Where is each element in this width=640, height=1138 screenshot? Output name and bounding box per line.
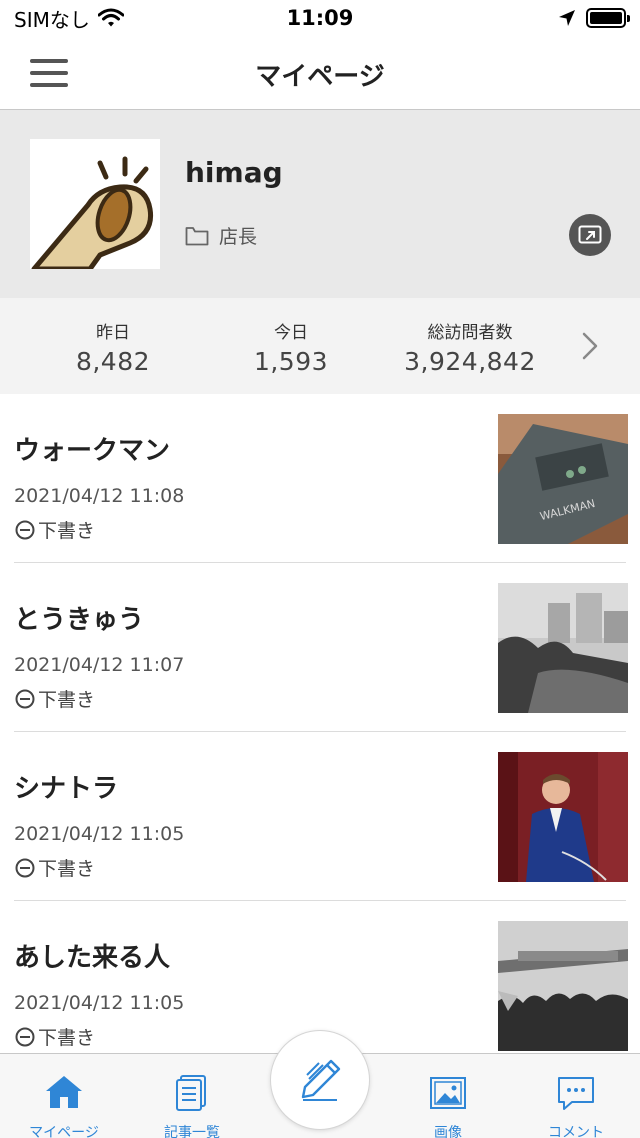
pencil-icon	[301, 1059, 341, 1101]
wifi-icon	[97, 8, 124, 27]
draft-icon	[15, 858, 35, 877]
tab-label: コメント	[548, 1125, 604, 1138]
page-title: マイページ	[255, 62, 385, 92]
tab-label: 記事一覧	[164, 1125, 220, 1138]
article-date: 2021/04/12 11:07	[14, 654, 185, 676]
stat-label: 今日	[274, 323, 308, 343]
article-row[interactable]: とうきゅう 2021/04/12 11:07 下書き	[14, 563, 640, 732]
stat-today: 今日 1,593	[231, 318, 351, 376]
article-date: 2021/04/12 11:08	[14, 485, 185, 507]
tab-label: 画像	[434, 1125, 462, 1138]
article-status: 下書き	[14, 1023, 95, 1050]
profile-header: himag 店長	[0, 110, 640, 298]
battery-icon	[586, 8, 630, 28]
stat-value: 1,593	[253, 347, 329, 376]
stat-yesterday: 昨日 8,482	[53, 318, 173, 376]
folder-icon	[185, 226, 209, 245]
location-arrow-icon	[559, 10, 575, 26]
article-thumbnail	[498, 583, 628, 713]
chevron-right-icon[interactable]	[578, 328, 602, 364]
article-status: 下書き	[14, 685, 95, 712]
tab-articles[interactable]: 記事一覧	[137, 1054, 247, 1138]
stat-value: 8,482	[75, 347, 151, 376]
article-row[interactable]: シナトラ 2021/04/12 11:05 下書き	[14, 732, 640, 901]
tab-mypage[interactable]: マイページ	[9, 1054, 119, 1138]
status-bar: SIMなし 11:09	[0, 0, 640, 36]
external-link-icon	[578, 225, 602, 244]
article-title: シナトラ	[14, 774, 119, 804]
stat-label: 昨日	[96, 323, 130, 343]
tab-comments[interactable]: コメント	[521, 1054, 631, 1138]
status-label: 下書き	[38, 520, 96, 542]
article-thumbnail	[498, 921, 628, 1051]
article-title: あした来る人	[14, 943, 171, 973]
article-row[interactable]: ウォークマン 2021/04/12 11:08 下書き WALKMAN	[14, 394, 640, 563]
article-title: とうきゅう	[14, 605, 145, 635]
article-status: 下書き	[14, 516, 95, 543]
home-icon	[46, 1076, 82, 1108]
status-label: 下書き	[38, 1027, 96, 1049]
avatar[interactable]	[30, 139, 160, 269]
open-blog-button[interactable]	[569, 214, 611, 256]
compose-button[interactable]	[270, 1030, 370, 1130]
stat-value: 3,924,842	[404, 347, 536, 376]
tab-label: マイページ	[29, 1125, 99, 1138]
draft-icon	[15, 520, 35, 539]
nav-bar: マイページ	[0, 36, 640, 110]
draft-icon	[15, 1027, 35, 1046]
stat-total-visitors: 総訪問者数 3,924,842	[395, 318, 545, 376]
comment-icon	[558, 1077, 594, 1110]
article-date: 2021/04/12 11:05	[14, 992, 185, 1014]
article-thumbnail: WALKMAN	[498, 414, 628, 544]
profile-role: 店長	[185, 222, 257, 249]
access-stats[interactable]: 昨日 8,482 今日 1,593 総訪問者数 3,924,842	[0, 298, 640, 394]
article-thumbnail	[498, 752, 628, 882]
article-date: 2021/04/12 11:05	[14, 823, 185, 845]
image-icon	[430, 1077, 466, 1109]
document-list-icon	[176, 1075, 206, 1111]
profile-name: himag	[185, 156, 283, 189]
stat-label: 総訪問者数	[427, 323, 513, 343]
draft-icon	[15, 689, 35, 708]
status-label: 下書き	[38, 858, 96, 880]
article-status: 下書き	[14, 854, 95, 881]
carrier-label: SIMなし	[14, 7, 90, 32]
role-label: 店長	[219, 226, 258, 248]
tab-images[interactable]: 画像	[393, 1054, 503, 1138]
status-label: 下書き	[38, 689, 96, 711]
article-title: ウォークマン	[14, 436, 171, 466]
